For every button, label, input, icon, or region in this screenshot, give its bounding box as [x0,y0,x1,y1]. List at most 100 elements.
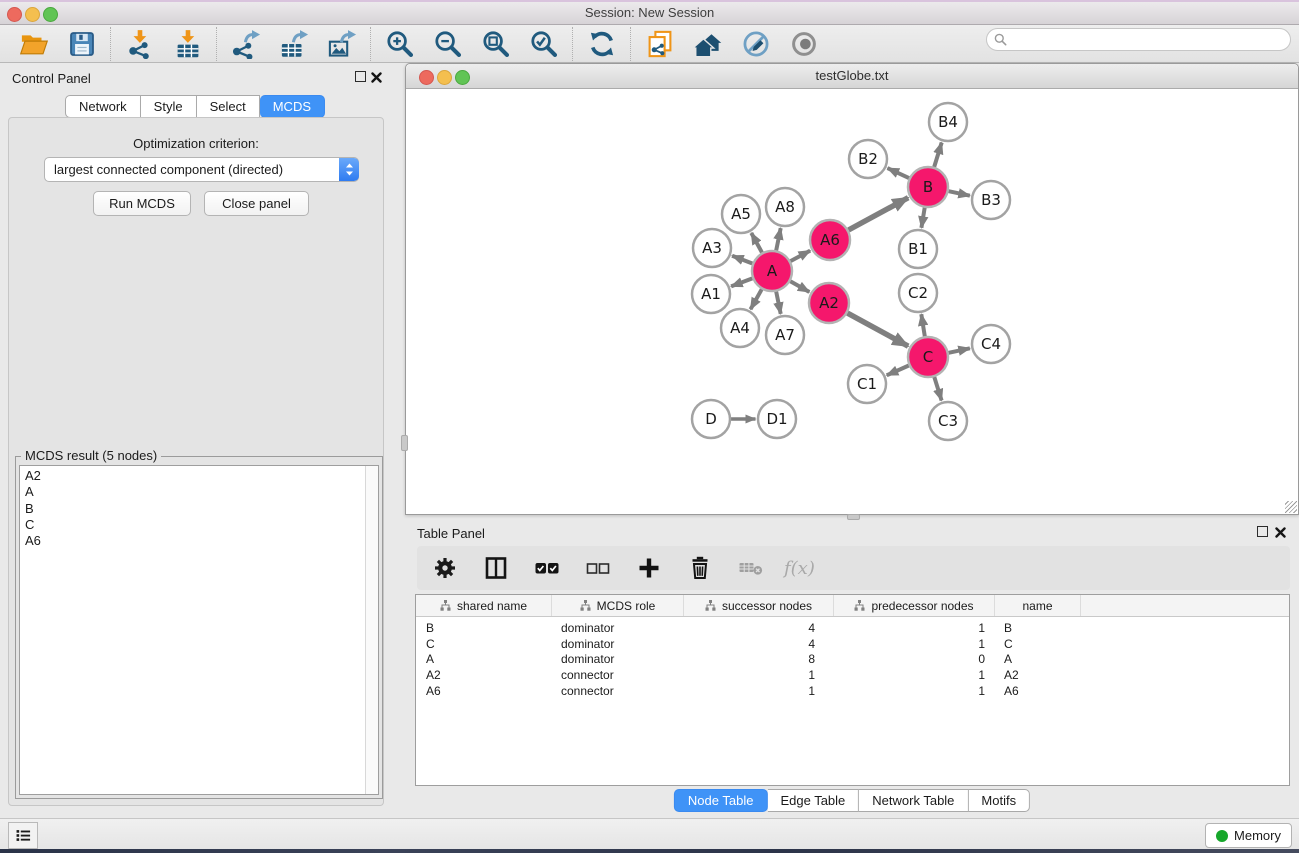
graph-edge-C-C1[interactable] [887,366,909,376]
table-row[interactable]: A2connector11A2 [416,667,1289,683]
column-header-predecessor-nodes[interactable]: predecessor nodes [834,595,995,616]
column-header-successor-nodes[interactable]: successor nodes [684,595,834,616]
apply-function-button[interactable]: f(x) [784,558,815,579]
toolbar-button-zoom-in[interactable] [383,27,417,61]
graph-node-C[interactable]: C [908,337,948,377]
vertical-scrollbar-thumb[interactable] [401,435,408,451]
graph-node-C1[interactable]: C1 [848,365,886,403]
graph-node-B2[interactable]: B2 [849,140,887,178]
network-canvas[interactable]: B4 B2 B B3 A8A5 A6 A3 B1 A A1 C2 A2 A4A7 C4 C C1 D D1 C3 [406,89,1298,514]
graph-edge-A-A1[interactable] [731,278,752,286]
result-list-scrollbar[interactable] [365,466,378,794]
tab-node-table[interactable]: Node Table [674,789,768,812]
toolbar-button-export-image[interactable] [325,27,359,61]
graph-node-B1[interactable]: B1 [899,230,937,268]
search-input[interactable] [1011,31,1290,49]
tab-style[interactable]: Style [141,95,197,118]
graph-node-B3[interactable]: B3 [972,181,1010,219]
resize-grip[interactable] [1285,501,1297,513]
graph-node-C3[interactable]: C3 [929,402,967,440]
close-panel-icon[interactable] [370,71,383,84]
toolbar-button-zoom-fit[interactable] [479,27,513,61]
table-row[interactable]: Cdominator41C [416,636,1289,652]
graph-edge-A2-C[interactable] [847,313,908,346]
graph-node-A1[interactable]: A1 [692,275,730,313]
toolbar-button-clone-network[interactable] [643,27,677,61]
close-table-panel-icon[interactable] [1274,526,1287,539]
tab-network[interactable]: Network [65,95,141,118]
toolbar-button-home[interactable] [691,27,725,61]
graph-node-A7[interactable]: A7 [766,316,804,354]
float-table-panel-icon[interactable] [1257,526,1268,537]
table-toolbar-button-add-row[interactable] [635,554,663,582]
table-toolbar-button-settings-gear[interactable] [431,554,459,582]
tab-network-table[interactable]: Network Table [859,789,968,812]
table-toolbar-button-column-visibility[interactable] [482,554,510,582]
graph-edge-A6-B[interactable] [849,198,909,230]
close-panel-button[interactable]: Close panel [204,191,309,216]
graph-edge-C-C2[interactable] [921,314,925,336]
mcds-result-item[interactable]: B [20,501,365,517]
graph-edge-A-A4[interactable] [751,289,762,309]
graph-node-A6[interactable]: A6 [810,220,850,260]
graph-node-A8[interactable]: A8 [766,188,804,226]
mcds-result-item[interactable]: A2 [20,468,365,484]
tab-motifs[interactable]: Motifs [968,789,1030,812]
table-row[interactable]: A6connector11A6 [416,683,1289,699]
graph-edge-B-B3[interactable] [949,191,970,196]
graph-edge-B-B1[interactable] [921,208,924,228]
graph-node-B[interactable]: B [908,167,948,207]
graph-edge-B-B2[interactable] [888,168,910,178]
show-panels-button[interactable] [8,822,38,849]
toolbar-button-import-table[interactable] [171,27,205,61]
graph-node-D[interactable]: D [692,400,730,438]
graph-node-A5[interactable]: A5 [722,195,760,233]
toolbar-button-zoom-selected[interactable] [527,27,561,61]
toolbar-button-show-graphics-details[interactable] [787,27,821,61]
column-header-mcds-role[interactable]: MCDS role [552,595,684,616]
mcds-result-item[interactable]: C [20,517,365,533]
toolbar-button-export-network[interactable] [229,27,263,61]
memory-button[interactable]: Memory [1205,823,1292,848]
tab-edge-table[interactable]: Edge Table [767,789,859,812]
column-header-shared-name[interactable]: shared name [416,595,552,616]
tab-mcds[interactable]: MCDS [260,95,325,118]
run-mcds-button[interactable]: Run MCDS [93,191,191,216]
graph-node-D1[interactable]: D1 [758,400,796,438]
graph-edge-A-A7[interactable] [776,292,781,314]
table-toolbar-button-delete-table[interactable] [737,554,765,582]
toolbar-button-zoom-out[interactable] [431,27,465,61]
graph-node-A4[interactable]: A4 [721,309,759,347]
toolbar-button-export-table[interactable] [277,27,311,61]
table-row[interactable]: Adominator80A [416,651,1289,667]
graph-edge-A-A3[interactable] [732,256,752,264]
toolbar-button-open-session[interactable] [17,27,51,61]
table-toolbar-button-select-all[interactable] [533,554,561,582]
toolbar-button-save-session[interactable] [65,27,99,61]
graph-node-A3[interactable]: A3 [693,229,731,267]
graph-edge-A-A2[interactable] [790,281,809,292]
column-header-name[interactable]: name [995,595,1081,616]
float-panel-icon[interactable] [355,71,366,82]
graph-node-A2[interactable]: A2 [809,283,849,323]
tab-select[interactable]: Select [197,95,260,118]
table-row[interactable]: Bdominator41B [416,620,1289,636]
optimization-criterion-select[interactable]: largest connected component (directed) [44,157,359,182]
graph-edge-A-A5[interactable] [751,233,762,253]
graph-edge-C-C4[interactable] [949,348,970,353]
graph-node-A[interactable]: A [752,251,792,291]
graph-node-C4[interactable]: C4 [972,325,1010,363]
table-toolbar-button-delete-row[interactable] [686,554,714,582]
mcds-result-item[interactable]: A6 [20,533,365,549]
mcds-result-item[interactable]: A [20,484,365,500]
toolbar-button-import-network[interactable] [123,27,157,61]
graph-node-C2[interactable]: C2 [899,274,937,312]
graph-edge-B-B4[interactable] [934,143,942,167]
toolbar-button-refresh-view[interactable] [585,27,619,61]
graph-node-B4[interactable]: B4 [929,103,967,141]
graph-edge-C-C3[interactable] [934,377,941,401]
graph-edge-A-A8[interactable] [776,228,781,250]
graph-edge-A-A6[interactable] [791,251,811,262]
toolbar-button-toggle-annotations[interactable] [739,27,773,61]
table-toolbar-button-deselect-all[interactable] [584,554,612,582]
